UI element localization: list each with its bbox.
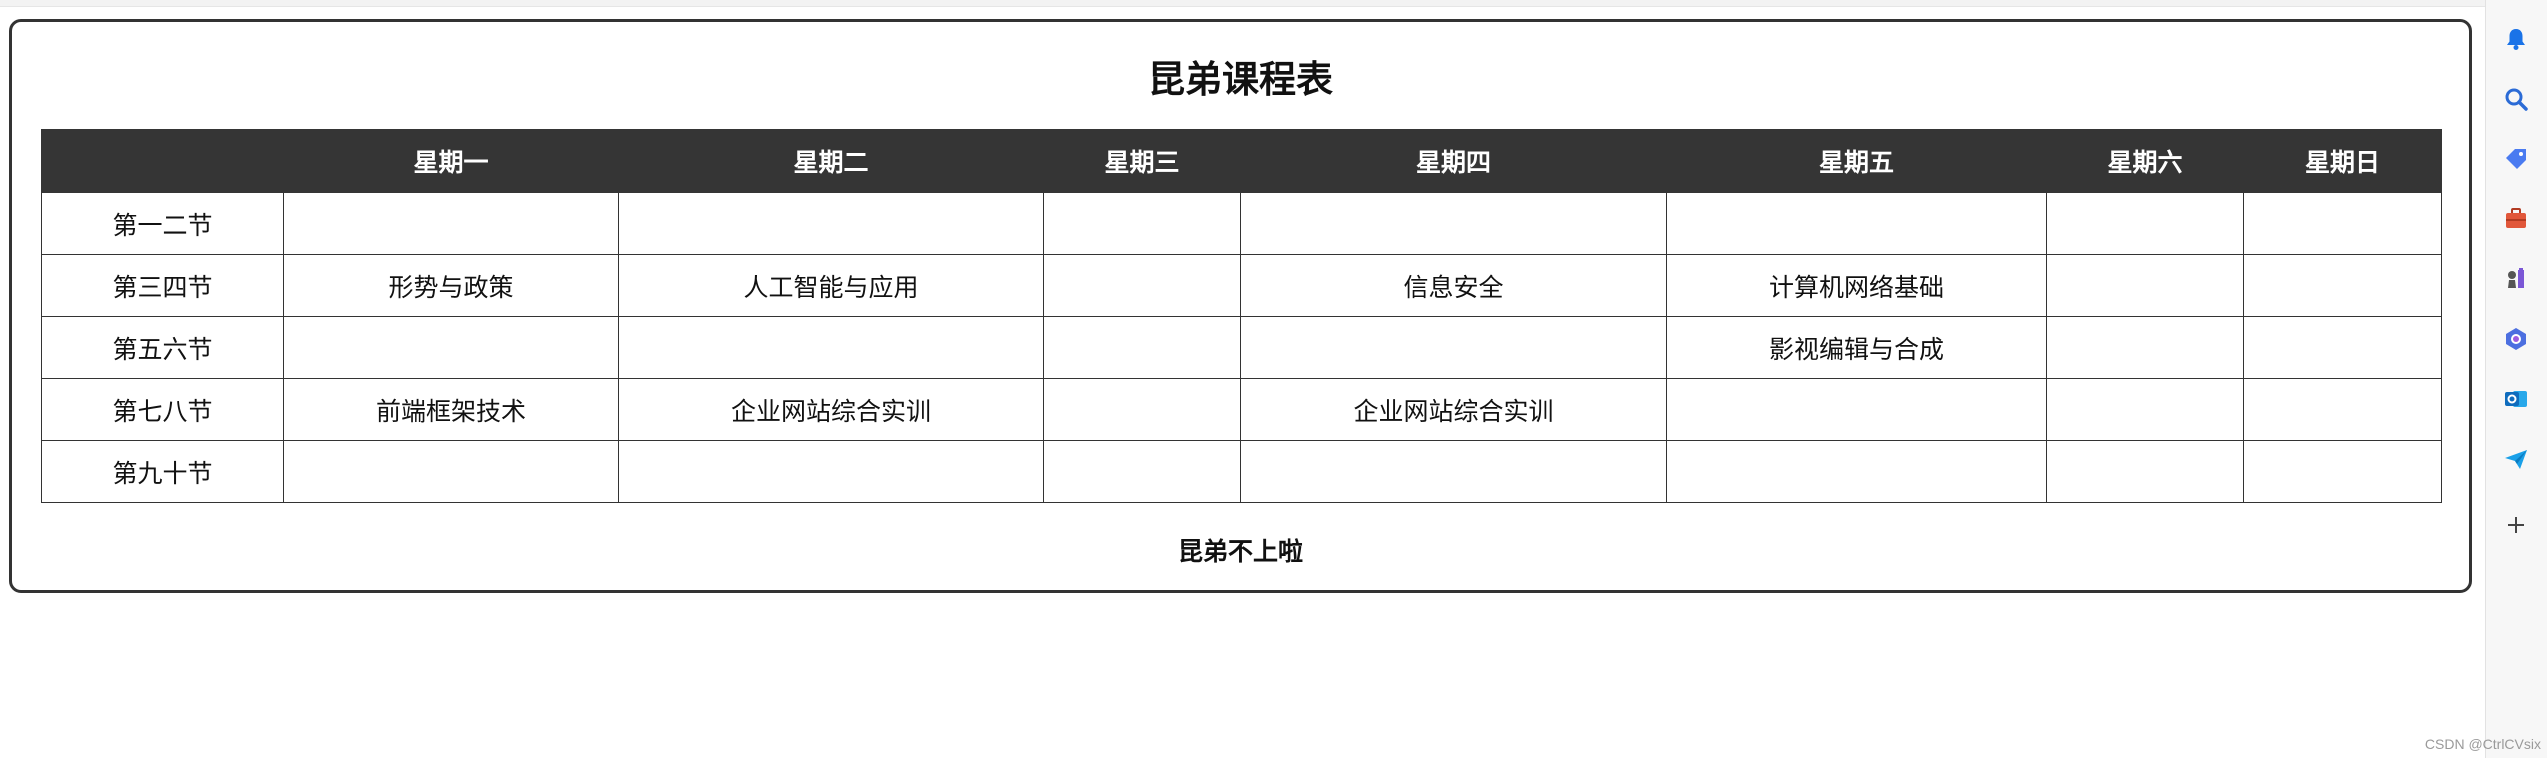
table-cell <box>283 192 619 255</box>
sidebar-item-outlook[interactable] <box>2499 382 2533 416</box>
table-cell <box>1043 192 1241 255</box>
table-cell <box>618 192 1044 255</box>
table-cell <box>2046 440 2244 503</box>
schedule-card: 昆弟课程表 星期一 星期二 星期三 星期四 星期五 星期六 星期日 第一二节 第… <box>9 19 2472 593</box>
page-content: 昆弟课程表 星期一 星期二 星期三 星期四 星期五 星期六 星期日 第一二节 第… <box>0 0 2485 758</box>
table-cell <box>1240 316 1667 379</box>
table-header-row: 星期一 星期二 星期三 星期四 星期五 星期六 星期日 <box>41 129 2442 193</box>
send-icon <box>2505 450 2527 469</box>
table-cell <box>283 440 619 503</box>
table-cell <box>2046 192 2244 255</box>
table-cell <box>2243 440 2442 503</box>
tag-icon <box>2506 149 2526 169</box>
sidebar-item-tools[interactable] <box>2499 202 2533 236</box>
search-icon <box>2505 88 2528 111</box>
table-cell <box>2046 316 2244 379</box>
header-cell-thursday: 星期四 <box>1240 129 1667 193</box>
table-cell <box>2243 192 2442 255</box>
table-cell <box>2243 316 2442 379</box>
table-row: 第三四节 形势与政策 人工智能与应用 信息安全 计算机网络基础 <box>41 254 2442 317</box>
schedule-footer: 昆弟不上啦 <box>1177 537 1303 566</box>
page-title: 昆弟课程表 <box>1148 58 1333 101</box>
table-cell <box>1043 254 1241 317</box>
bell-icon <box>2507 29 2525 50</box>
header-cell-corner <box>41 129 284 193</box>
header-cell-friday: 星期五 <box>1666 129 2047 193</box>
table-cell <box>1043 378 1241 441</box>
header-cell-saturday: 星期六 <box>2046 129 2244 193</box>
table-row: 第一二节 <box>41 192 2442 255</box>
period-label: 第一二节 <box>41 192 284 255</box>
header-cell-sunday: 星期日 <box>2243 129 2442 193</box>
table-cell <box>1043 440 1241 503</box>
table-row: 第五六节 影视编辑与合成 <box>41 316 2442 379</box>
sidebar-item-add[interactable] <box>2499 508 2533 542</box>
header-cell-wednesday: 星期三 <box>1043 129 1241 193</box>
chess-icon <box>2508 268 2524 288</box>
table-row: 第七八节 前端框架技术 企业网站综合实训 企业网站综合实训 <box>41 378 2442 441</box>
table-cell <box>618 440 1044 503</box>
sidebar-item-games[interactable] <box>2499 262 2533 296</box>
table-cell: 前端框架技术 <box>283 378 619 441</box>
table-cell <box>283 316 619 379</box>
period-label: 第五六节 <box>41 316 284 379</box>
table-cell: 影视编辑与合成 <box>1666 316 2047 379</box>
table-cell <box>2243 378 2442 441</box>
sidebar-item-shopping[interactable] <box>2499 142 2533 176</box>
plus-icon <box>2508 517 2524 533</box>
outlook-icon <box>2505 391 2527 407</box>
copilot-icon <box>2506 328 2526 350</box>
table-cell <box>2046 378 2244 441</box>
period-label: 第七八节 <box>41 378 284 441</box>
table-cell: 人工智能与应用 <box>618 254 1044 317</box>
table-cell <box>1666 440 2047 503</box>
sidebar-item-search[interactable] <box>2499 82 2533 116</box>
table-cell: 企业网站综合实训 <box>1240 378 1667 441</box>
table-cell <box>1666 378 2047 441</box>
header-cell-tuesday: 星期二 <box>618 129 1044 193</box>
period-label: 第三四节 <box>41 254 284 317</box>
schedule-table: 星期一 星期二 星期三 星期四 星期五 星期六 星期日 第一二节 第三四节 形势… <box>41 129 2442 503</box>
table-cell <box>1043 316 1241 379</box>
browser-sidebar <box>2485 0 2547 758</box>
table-cell: 形势与政策 <box>283 254 619 317</box>
table-cell: 计算机网络基础 <box>1666 254 2047 317</box>
table-cell <box>1240 440 1667 503</box>
table-cell <box>2243 254 2442 317</box>
toolbox-icon <box>2506 208 2526 228</box>
table-cell <box>618 316 1044 379</box>
sidebar-item-copilot[interactable] <box>2499 322 2533 356</box>
table-cell <box>2046 254 2244 317</box>
table-cell <box>1240 192 1667 255</box>
period-label: 第九十节 <box>41 440 284 503</box>
sidebar-item-send[interactable] <box>2499 442 2533 476</box>
watermark: CSDN @CtrlCVsix <box>2424 736 2541 752</box>
header-cell-monday: 星期一 <box>283 129 619 193</box>
table-row: 第九十节 <box>41 440 2442 503</box>
table-cell: 信息安全 <box>1240 254 1667 317</box>
table-cell: 企业网站综合实训 <box>618 378 1044 441</box>
sidebar-item-notifications[interactable] <box>2499 22 2533 56</box>
table-cell <box>1666 192 2047 255</box>
